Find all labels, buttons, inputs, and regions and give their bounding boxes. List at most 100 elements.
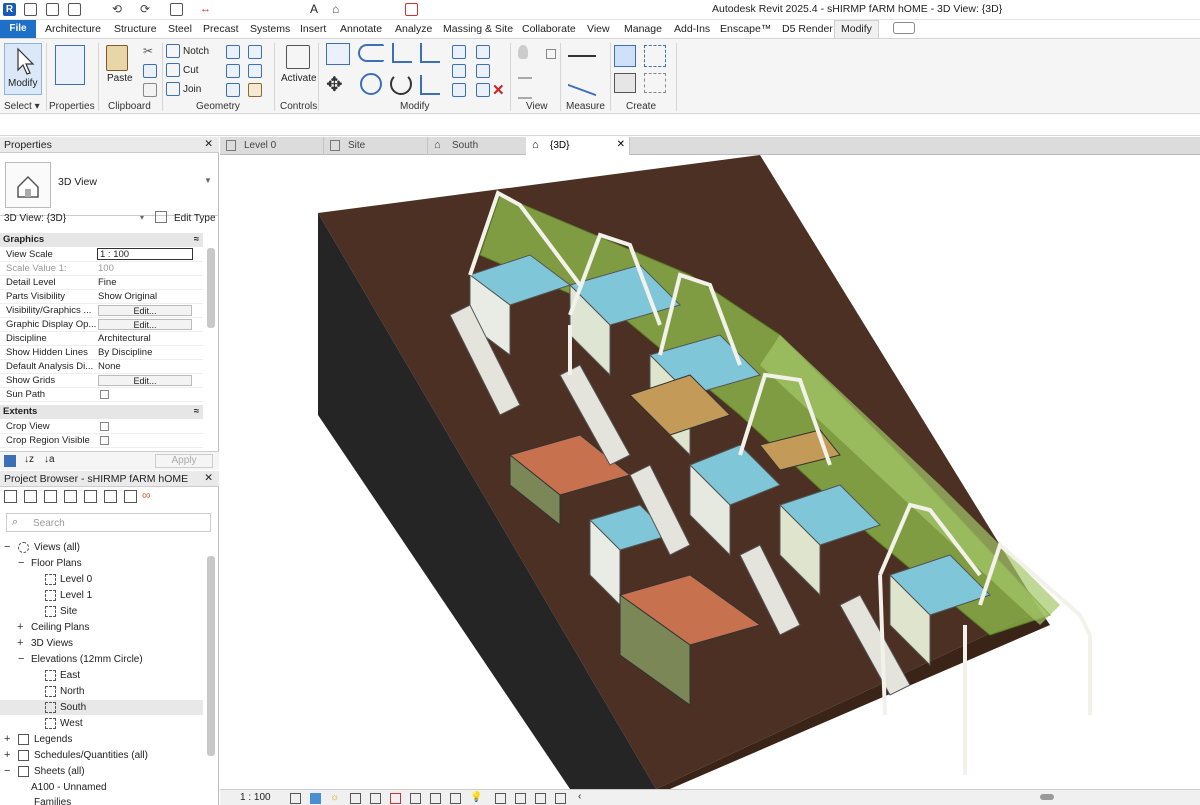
browser-tool-icon[interactable] [84,490,97,503]
tree-level-0[interactable]: Level 0 [60,574,92,585]
worksharing-icon[interactable] [555,793,566,804]
paste-label[interactable]: Paste [107,73,133,84]
browser-tool-icon[interactable] [4,490,17,503]
drawing-canvas[interactable] [220,155,1200,789]
redo-icon[interactable]: ⟳ [140,3,153,16]
geometry-tool-icon[interactable] [226,83,240,97]
rotate-icon[interactable] [390,73,412,95]
view-tab-site[interactable]: Site [324,137,428,155]
sun-path-icon[interactable]: ☼ [330,792,339,803]
offset-icon[interactable] [358,44,384,62]
tab-collaborate[interactable]: Collaborate [522,23,576,35]
browser-tool-icon[interactable] [64,490,77,503]
detail-level-icon[interactable] [290,793,301,804]
dimension-icon[interactable] [568,65,596,97]
expand-icon[interactable]: + [4,749,10,761]
view-tab-3d[interactable]: ⌂ {3D} ✕ [526,137,630,155]
tab-file[interactable]: File [0,20,36,38]
close-icon[interactable]: ✕ [204,472,213,484]
view-tab-level-0[interactable]: Level 0 [220,137,324,155]
delete-icon[interactable]: ✕ [492,81,505,99]
align-icon[interactable] [326,43,350,65]
hide-element-icon[interactable] [518,45,528,59]
collapse-icon[interactable]: ≈ [194,406,199,417]
extents-section[interactable]: Extents ≈ [0,405,203,419]
browser-scrollbar[interactable] [207,556,215,756]
create-assembly-icon[interactable] [614,45,636,67]
expand-icon[interactable]: + [4,733,10,745]
properties-scrollbar[interactable] [207,248,215,328]
shadows-icon[interactable] [350,793,361,804]
browser-tool-icon[interactable] [24,490,37,503]
expand-icon[interactable]: + [17,621,23,633]
horizontal-scrollbar[interactable] [1040,794,1054,800]
prop-row-discipline[interactable]: Discipline Architectural [0,332,203,346]
browser-tool-icon[interactable] [104,490,117,503]
select-panel-label[interactable]: Select ▾ [4,101,40,112]
prop-value[interactable]: Fine [98,277,116,288]
expand-icon[interactable]: + [17,637,23,649]
tab-massing-site[interactable]: Massing & Site [443,23,513,35]
tree-sheet-a100[interactable]: A100 - Unnamed [31,782,107,793]
collapse-icon[interactable]: − [18,653,24,665]
tab-precast[interactable]: Precast [203,23,239,35]
tab-modify[interactable]: Modify [834,20,879,39]
tab-d5-render[interactable]: D5 Render [782,23,833,35]
tree-legends[interactable]: Legends [34,734,72,745]
tree-south[interactable]: South [60,702,86,713]
highlight-icon[interactable] [515,793,526,804]
constraints-icon[interactable] [535,793,546,804]
tab-enscape[interactable]: Enscape™ [720,23,771,35]
visual-style-icon[interactable] [310,793,321,804]
graphic-display-edit-button[interactable]: Edit... [98,319,192,330]
tree-level-1[interactable]: Level 1 [60,590,92,601]
override-graphics-icon[interactable] [518,65,532,79]
tree-east[interactable]: East [60,670,80,681]
scale-icon[interactable] [476,64,490,78]
paste-icon[interactable] [106,45,128,71]
tab-architecture[interactable]: Architecture [45,23,101,35]
lock-view-icon[interactable] [430,793,441,804]
collapse-icon[interactable]: ≈ [194,234,199,245]
create-group-icon[interactable] [614,73,636,93]
view-tab-south[interactable]: ⌂ South [428,137,532,155]
tab-annotate[interactable]: Annotate [340,23,382,35]
move-icon[interactable]: ✥ [326,75,343,95]
tree-ceiling-plans[interactable]: Ceiling Plans [31,622,89,633]
tab-insert[interactable]: Insert [300,23,326,35]
split-gap-icon[interactable] [476,45,490,59]
copy-element-icon[interactable] [360,73,382,95]
instance-dropdown-icon[interactable]: ▾ [140,213,144,222]
geometry-tool-icon[interactable] [226,64,240,78]
print-icon[interactable] [170,3,183,16]
edit-type-button[interactable]: Edit Type [174,213,216,224]
edit-type-icon[interactable] [155,211,167,223]
tab-analyze[interactable]: Analyze [395,23,432,35]
measure-icon[interactable]: ↔ [200,3,213,16]
instance-selector[interactable]: 3D View: {3D} [4,213,66,224]
collapse-icon[interactable]: − [4,765,10,777]
copy-icon[interactable] [143,64,157,78]
geometry-tool-icon[interactable] [248,64,262,78]
sun-path-checkbox[interactable] [100,390,109,399]
crop-region-checkbox[interactable] [100,436,109,445]
contextual-toggle-icon[interactable] [893,22,915,34]
modify-tool-button[interactable]: Modify [4,43,42,95]
measure-between-icon[interactable] [568,49,596,57]
tree-families[interactable]: Families [34,797,71,805]
collapse-icon[interactable]: − [4,541,10,553]
tree-sheets[interactable]: Sheets (all) [34,766,85,777]
tab-add-ins[interactable]: Add-Ins [674,23,710,35]
tree-north[interactable]: North [60,686,84,697]
trim-extend-icon[interactable] [420,75,440,95]
3d-model-view[interactable] [220,155,1200,789]
chevron-down-icon[interactable]: ▼ [204,176,212,185]
view-scale-field[interactable]: 1 : 100 [97,248,193,260]
create-parts-icon[interactable] [644,45,666,67]
tree-west[interactable]: West [60,718,83,729]
array-icon[interactable] [452,64,466,78]
type-selector[interactable]: 3D View ▼ [0,154,219,216]
tree-schedules[interactable]: Schedules/Quantities (all) [34,750,148,761]
browser-tool-icon[interactable] [44,490,57,503]
cut-scissors-icon[interactable]: ✂ [143,44,153,58]
